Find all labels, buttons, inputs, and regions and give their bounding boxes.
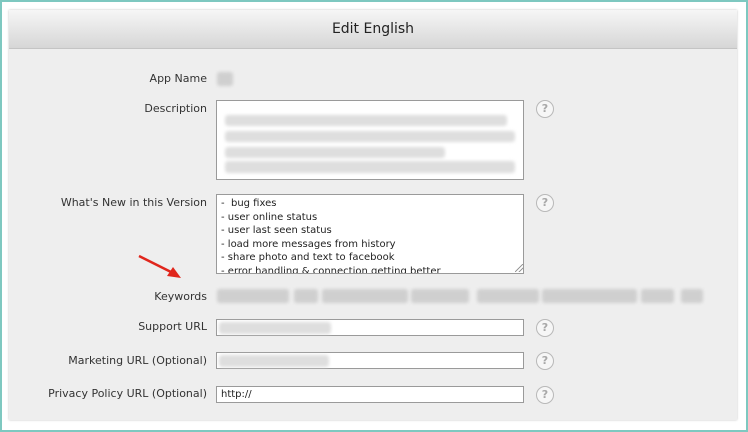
description-text-redacted [225, 147, 445, 158]
support-url-help-icon[interactable]: ? [536, 319, 554, 337]
description-textarea[interactable] [216, 100, 524, 180]
description-help-icon[interactable]: ? [536, 100, 554, 118]
panel-title: Edit English [9, 10, 737, 49]
edit-english-panel: Edit English App Name Description ? What… [9, 10, 737, 420]
support-url-input[interactable] [216, 319, 524, 336]
keyword-redacted [681, 289, 703, 303]
keyword-redacted [542, 289, 637, 303]
privacy-policy-url-input[interactable] [216, 386, 524, 403]
whats-new-textarea[interactable]: - bug fixes - user online status - user … [216, 194, 524, 274]
app-name-label: App Name [149, 72, 207, 85]
keyword-redacted [411, 289, 469, 303]
keyword-redacted [322, 289, 408, 303]
support-url-redacted [219, 322, 331, 334]
resize-handle-icon[interactable] [515, 264, 523, 272]
marketing-url-input[interactable] [216, 352, 524, 369]
description-label: Description [144, 102, 207, 115]
description-text-redacted [225, 115, 507, 126]
keyword-redacted [217, 289, 289, 303]
privacy-policy-url-label: Privacy Policy URL (Optional) [48, 387, 207, 400]
marketing-url-label: Marketing URL (Optional) [68, 354, 207, 367]
red-arrow-annotation-icon [138, 254, 181, 278]
keyword-redacted [477, 289, 539, 303]
privacy-policy-url-help-icon[interactable]: ? [536, 386, 554, 404]
whats-new-help-icon[interactable]: ? [536, 194, 554, 212]
app-name-value-redacted [217, 72, 233, 86]
support-url-label: Support URL [138, 320, 207, 333]
keyword-redacted [294, 289, 318, 303]
keywords-label: Keywords [154, 290, 207, 303]
marketing-url-redacted [219, 355, 329, 367]
marketing-url-help-icon[interactable]: ? [536, 352, 554, 370]
keyword-redacted [641, 289, 674, 303]
whats-new-label: What's New in this Version [60, 196, 207, 209]
description-text-redacted [225, 131, 515, 142]
description-text-redacted [225, 161, 515, 173]
